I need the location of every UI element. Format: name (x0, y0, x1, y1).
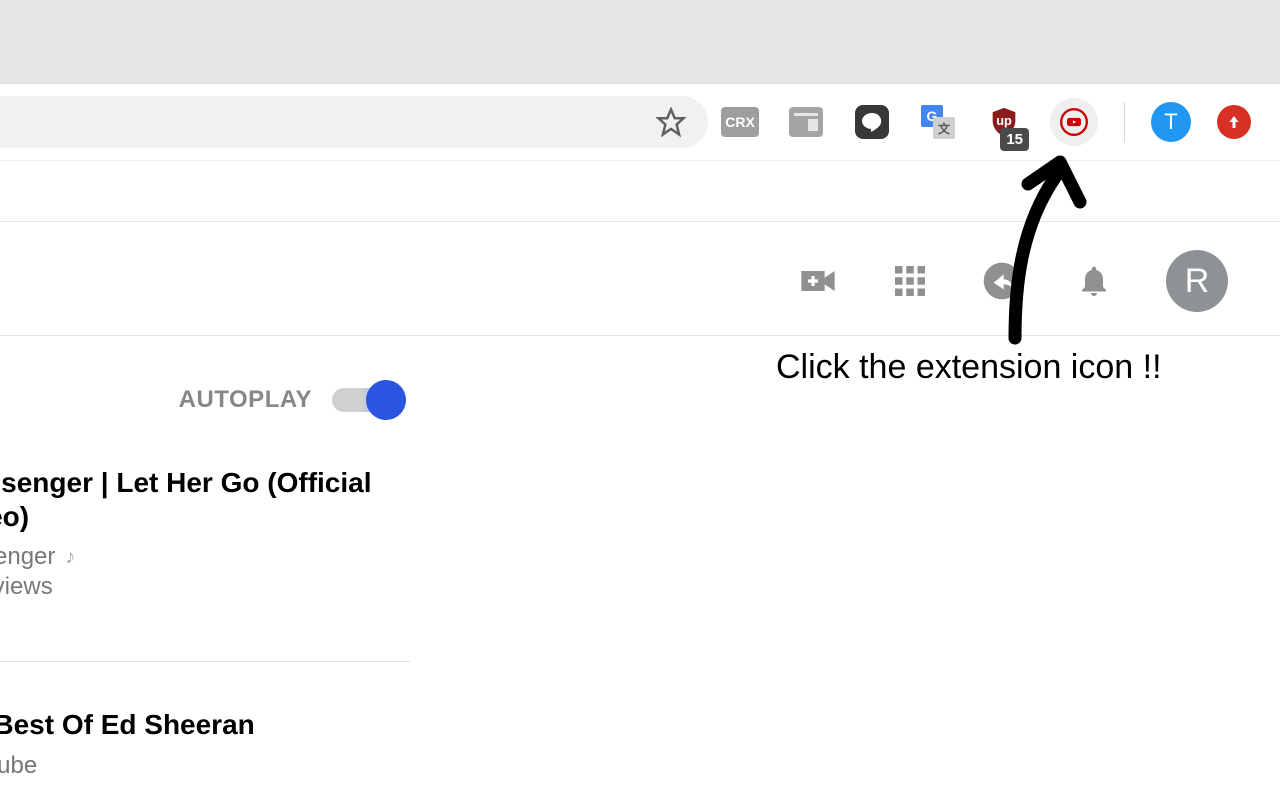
video-channel: uTube (0, 752, 410, 780)
autoplay-toggle[interactable] (332, 380, 406, 420)
video-meta: B views (0, 573, 410, 601)
related-video-item[interactable]: assenger | Let Her Go (Official deo) sse… (0, 466, 410, 601)
browser-profile-avatar[interactable]: T (1151, 102, 1191, 142)
extension-row: CRX G 文 up 15 (720, 84, 1280, 160)
up-next-sidebar: AUTOPLAY assenger | Let Her Go (Official… (0, 380, 410, 810)
youtube-account-avatar[interactable]: R (1166, 250, 1228, 312)
address-bar[interactable] (0, 96, 708, 148)
upload-button[interactable] (1217, 105, 1251, 139)
ublock-extension-icon[interactable]: up 15 (984, 102, 1024, 142)
browser-tab-strip (0, 0, 1280, 84)
autoplay-label: AUTOPLAY (179, 386, 312, 414)
google-translate-extension-icon[interactable]: G 文 (918, 102, 958, 142)
video-title: assenger | Let Her Go (Official deo) (0, 466, 410, 533)
notifications-bell-icon[interactable] (1074, 261, 1114, 301)
video-channel: ssenger ♪ (0, 543, 410, 571)
create-video-icon[interactable] (798, 261, 838, 301)
annotation-text: Click the extension icon !! (776, 348, 1162, 387)
youtube-extension-icon[interactable] (1050, 98, 1098, 146)
toolbar-separator (1124, 102, 1125, 142)
svg-text:up: up (996, 113, 1012, 128)
youtube-masthead: R (0, 160, 1280, 336)
ublock-badge: 15 (1000, 128, 1029, 151)
related-video-item[interactable]: e Best Of Ed Sheeran uTube (0, 708, 410, 780)
music-note-icon: ♪ (65, 546, 75, 569)
video-title: e Best Of Ed Sheeran (0, 708, 410, 742)
panel-extension-icon[interactable] (786, 102, 826, 142)
divider (0, 661, 410, 662)
bookmark-star-icon[interactable] (656, 107, 686, 137)
crx-extension-icon[interactable]: CRX (720, 102, 760, 142)
youtube-topbar (0, 160, 1280, 222)
autoplay-row: AUTOPLAY (0, 380, 410, 420)
youtube-action-row: R (798, 250, 1228, 312)
browser-toolbar: CRX G 文 up 15 (0, 84, 1280, 160)
line-extension-icon[interactable] (852, 102, 892, 142)
apps-grid-icon[interactable] (890, 261, 930, 301)
share-messages-icon[interactable] (982, 261, 1022, 301)
